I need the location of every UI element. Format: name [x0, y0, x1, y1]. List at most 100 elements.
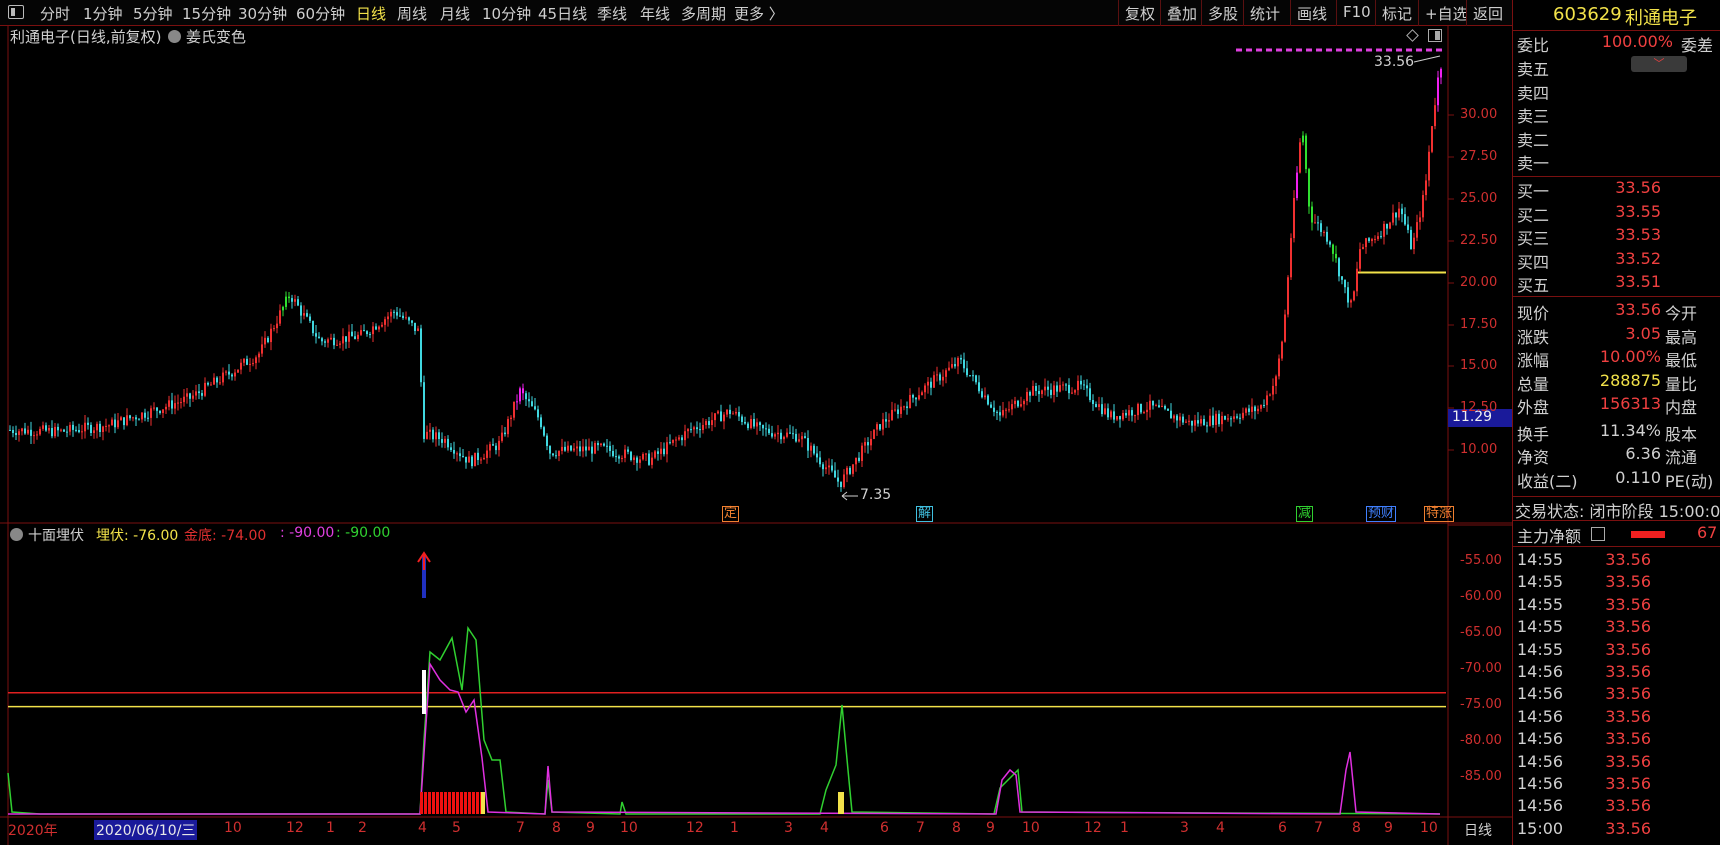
buy-level-label: 买二 — [1517, 205, 1550, 225]
candle-body — [1401, 208, 1403, 215]
candle-body — [78, 430, 80, 433]
tick-price: 33.56 — [1605, 617, 1651, 637]
candle-body — [1254, 406, 1256, 412]
time-axis-tick: 8 — [552, 820, 561, 836]
candle-body — [162, 409, 164, 414]
candle-body — [693, 427, 695, 430]
candle-body — [483, 457, 485, 460]
candle-body — [825, 467, 827, 470]
candle-body — [1323, 231, 1325, 233]
candle-body — [102, 426, 104, 432]
sell-level-row[interactable]: 卖五 — [1517, 56, 1720, 79]
candle-body — [1128, 410, 1130, 416]
ambush-bar — [838, 792, 844, 814]
candle-body — [501, 432, 503, 441]
time-axis-tick: 10 — [1022, 820, 1040, 836]
candle-body — [537, 409, 539, 418]
event-marker[interactable]: 特涨 — [1424, 506, 1455, 522]
tick-time: 14:56 — [1517, 751, 1564, 771]
list-icon[interactable] — [1591, 527, 1605, 541]
time-axis-tick: 12 — [1084, 820, 1102, 836]
buy-level-row[interactable]: 买四 33.52 — [1517, 248, 1720, 272]
candle-body — [1374, 239, 1376, 241]
candle-body — [312, 320, 314, 334]
candle-body — [813, 445, 815, 454]
candle-body — [1017, 400, 1019, 407]
sell-level-row[interactable]: 卖四 — [1517, 80, 1720, 103]
candle-body — [726, 409, 728, 415]
candle-body — [1377, 236, 1379, 240]
buy-level-row[interactable]: 买一 33.56 — [1517, 178, 1720, 201]
candle-body — [837, 477, 839, 482]
buy-level-row[interactable]: 买五 33.51 — [1517, 272, 1720, 295]
candle-body — [1164, 405, 1166, 409]
quote-stat-value: 11.34% — [1599, 420, 1661, 440]
candle-body — [1083, 384, 1085, 386]
event-marker[interactable]: 解 — [916, 506, 934, 522]
candle-body — [1197, 420, 1199, 424]
subchart-menu-icon[interactable] — [10, 528, 23, 541]
candle-body — [291, 298, 293, 302]
candle-body — [1032, 386, 1034, 396]
sell-level-row[interactable]: 卖三 — [1517, 103, 1720, 126]
candle-body — [1110, 411, 1112, 418]
subchart-title[interactable]: 十面埋伏 — [28, 525, 84, 545]
candle-body — [1338, 258, 1340, 277]
price-axis-tick: 17.50 — [1460, 317, 1498, 332]
candle-body — [993, 407, 995, 412]
quote-stat-value: 3.05 — [1625, 323, 1661, 343]
buy-level-label: 买一 — [1517, 182, 1550, 201]
sell-level-row[interactable]: 卖一 — [1517, 150, 1720, 173]
buy-level-row[interactable]: 买三 33.53 — [1517, 225, 1720, 248]
candle-body — [687, 429, 689, 432]
event-marker[interactable]: 减 — [1296, 506, 1314, 522]
time-axis-tick: 1 — [1120, 820, 1129, 836]
candle-body — [999, 412, 1001, 416]
candle-body — [99, 423, 101, 432]
candle-body — [183, 396, 185, 403]
candle-body — [795, 433, 797, 442]
candle-body — [18, 431, 20, 436]
candle-body — [1353, 291, 1355, 301]
candle-body — [627, 449, 629, 452]
tick-price: 33.56 — [1605, 818, 1651, 838]
candle-body — [417, 328, 419, 331]
candle-body — [567, 445, 569, 451]
buy-level-price: 33.52 — [1615, 248, 1661, 268]
candle-body — [1257, 408, 1259, 412]
candle-body — [1260, 404, 1262, 409]
kline-chart[interactable] — [0, 0, 1512, 845]
ambush-bar — [448, 792, 451, 814]
candle-body — [528, 399, 530, 402]
candle-body — [597, 442, 599, 446]
candle-body — [474, 452, 476, 467]
candle-body — [1203, 419, 1205, 426]
candle-body — [234, 372, 236, 377]
candle-body — [1287, 277, 1289, 315]
candle-body — [507, 419, 509, 435]
event-marker[interactable]: 预财 — [1366, 506, 1397, 522]
ambush-bar — [432, 792, 435, 814]
buy-level-row[interactable]: 买二 33.55 — [1517, 202, 1720, 225]
candle-body — [1044, 386, 1046, 391]
tick-time: 14:55 — [1517, 550, 1564, 569]
indicator-legend-item: : -90.00 — [336, 525, 391, 541]
candle-body — [498, 440, 500, 451]
low-arrow — [841, 491, 858, 501]
candle-body — [462, 456, 464, 458]
indicator-axis-tick: -60.00 — [1460, 589, 1502, 604]
ambush-bar — [468, 792, 471, 814]
candle-body — [459, 453, 461, 457]
event-marker[interactable]: 定 — [722, 506, 740, 522]
candle-body — [396, 312, 398, 316]
candle-body — [546, 435, 548, 447]
sell-level-row[interactable]: 卖二 — [1517, 127, 1720, 150]
price-axis-tick: 27.50 — [1460, 149, 1498, 164]
ambush-bar — [428, 792, 431, 814]
candle-body — [351, 331, 353, 337]
candle-body — [903, 406, 905, 408]
candle-body — [84, 422, 86, 432]
quote-stat-row: 现价 33.56 今开 — [1517, 300, 1720, 323]
candle-body — [273, 328, 275, 330]
time-axis-tick: 4 — [1216, 820, 1225, 836]
